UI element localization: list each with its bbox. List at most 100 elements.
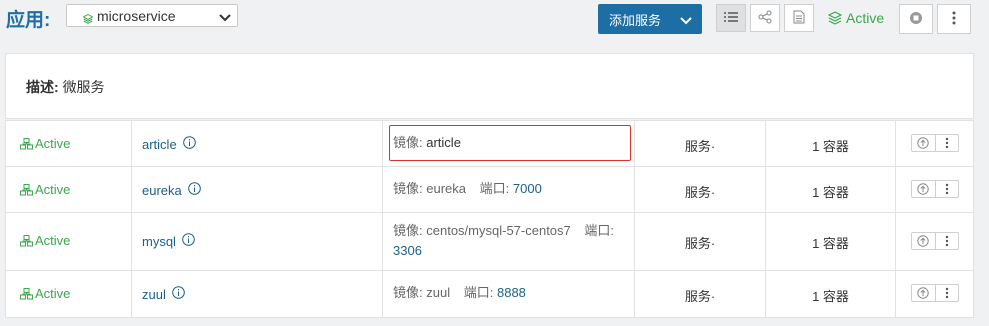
actions-cell [896,213,975,270]
name-cell: article [132,121,383,166]
ellipsis-vertical-icon[interactable] [936,181,959,197]
actions-cell [896,271,975,317]
service-name[interactable]: article [142,136,196,152]
scale-cell: 1 容器 [766,121,896,166]
service-scale: 1 容器 [812,289,849,304]
image-info: 镜像: eureka 端口: 7000 [393,179,624,199]
service-state-label: Active [35,136,71,151]
state-cell: Active [6,167,132,212]
port-value[interactable]: 8888 [497,285,526,300]
actions-cell [896,121,975,166]
service-state: Active [20,136,70,151]
info-icon[interactable] [182,233,195,249]
name-cell: eureka [132,167,383,212]
service-kind: 服务· [684,236,716,251]
stack-state-label: Active [846,10,885,26]
service-name-link[interactable]: eureka [142,183,182,198]
services-icon [20,183,33,195]
ellipsis-vertical-icon[interactable] [936,135,959,151]
services-table: Active article 镜像: article 服务· 1 容器 Acti… [5,120,974,318]
image-info: 镜像: centos/mysql-57-centos7 端口: 3306 [393,221,624,261]
image-info: 镜像: zuul 端口: 8888 [393,283,624,303]
service-state: Active [20,286,70,301]
service-state-label: Active [35,286,71,301]
more-actions-button[interactable] [937,4,971,34]
name-cell: mysql [132,213,383,270]
ellipsis-vertical-icon[interactable] [936,233,959,249]
ellipsis-vertical-icon [952,11,956,28]
image-value: zuul [426,285,451,300]
image-label: 镜像: [393,285,423,300]
info-icon[interactable] [187,182,201,198]
upgrade-icon[interactable] [912,181,936,197]
stack-select[interactable]: microservice [66,4,238,27]
service-name[interactable]: mysql [142,233,195,249]
stack-state: Active [828,10,884,26]
image-cell: 镜像: eureka 端口: 7000 [383,167,635,212]
service-name-link[interactable]: article [142,137,177,152]
actions-cell [896,167,975,212]
chevron-down-icon[interactable] [680,14,692,25]
document-icon [793,10,805,27]
info-icon[interactable] [182,136,196,152]
compose-view-button[interactable] [784,4,814,32]
port-value[interactable]: 3306 [393,243,422,258]
port-value[interactable]: 7000 [513,181,542,196]
service-name-link[interactable]: zuul [142,287,166,302]
kind-cell: 服务· [635,167,766,212]
image-cell: 镜像: zuul 端口: 8888 [383,271,635,317]
add-service-button[interactable]: 添加服务 [598,4,702,34]
service-name[interactable]: eureka [142,182,201,198]
image-value: eureka [426,181,466,196]
state-cell: Active [6,213,132,270]
upgrade-icon[interactable] [912,285,936,301]
service-scale: 1 容器 [812,139,849,154]
description: 描述: 微服务 [26,77,105,97]
row-actions [911,180,959,198]
row-actions [911,134,959,152]
upgrade-icon[interactable] [912,233,936,249]
kind-cell: 服务· [635,213,766,270]
kind-cell: 服务· [635,271,766,317]
description-value: 微服务 [62,79,105,95]
service-state: Active [20,233,70,248]
services-icon [20,287,33,299]
service-kind: 服务· [684,185,716,200]
image-value: centos/mysql-57-centos7 [426,223,571,238]
services-icon [20,234,33,246]
service-name[interactable]: zuul [142,286,185,302]
stack-select-value: microservice [97,7,176,24]
info-icon[interactable] [172,286,185,302]
highlight-box [389,125,631,161]
port-label: 端口: [479,181,510,196]
table-row: Active eureka 镜像: eureka 端口: 7000 服务· 1 … [6,167,973,213]
image-label: 镜像: [393,181,423,196]
port-label: 端口: [463,285,494,300]
stop-icon [909,11,923,28]
stop-button[interactable] [899,4,933,34]
scale-cell: 1 容器 [766,271,896,317]
port-label: 端口: [584,223,615,238]
app-header: 应用: microservice 添加服务 Active [0,0,989,40]
state-cell: Active [6,271,132,317]
row-actions [911,284,959,302]
table-row: Active zuul 镜像: zuul 端口: 8888 服务· 1 容器 [6,271,973,317]
service-scale: 1 容器 [812,236,849,251]
description-panel: 描述: 微服务 [5,53,974,119]
description-label: 描述: [26,79,59,95]
table-row: Active article 镜像: article 服务· 1 容器 [6,121,973,167]
service-kind: 服务· [684,289,716,304]
service-state: Active [20,182,70,197]
share-icon [758,10,772,27]
scale-cell: 1 容器 [766,167,896,212]
chevron-down-icon [219,11,231,22]
row-actions [911,232,959,250]
list-icon [724,11,738,26]
service-name-link[interactable]: mysql [142,234,176,249]
graph-view-button[interactable] [750,4,780,32]
upgrade-icon[interactable] [912,135,936,151]
service-state-label: Active [35,233,71,248]
ellipsis-vertical-icon[interactable] [936,285,959,301]
list-view-button[interactable] [716,4,746,32]
service-kind: 服务· [684,139,716,154]
